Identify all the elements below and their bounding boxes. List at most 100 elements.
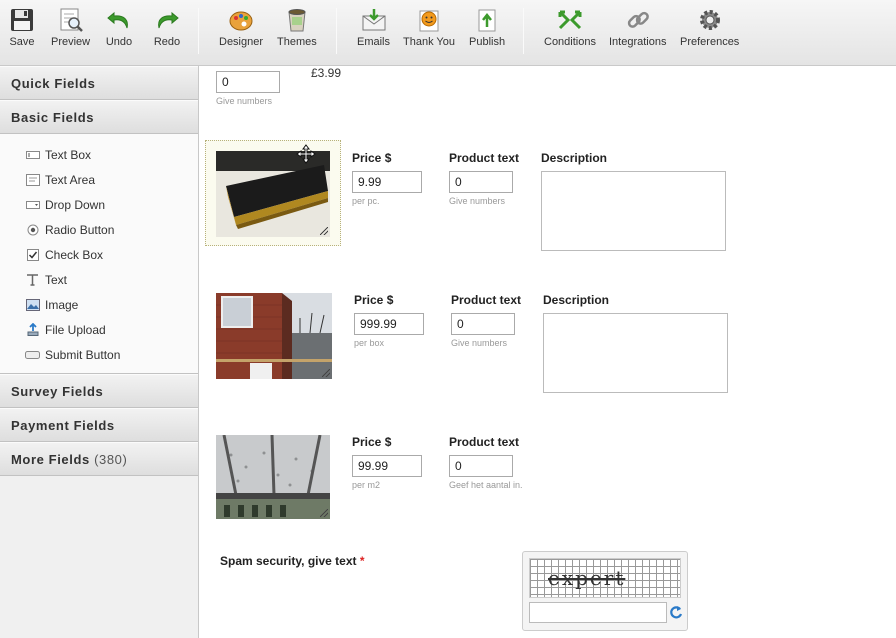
- redo-arrow-icon: [153, 6, 181, 34]
- survey-fields-header[interactable]: Survey Fields: [0, 374, 198, 408]
- redo-label: Redo: [153, 36, 181, 48]
- save-button[interactable]: Save: [8, 6, 36, 48]
- publish-upload-icon: [473, 6, 501, 34]
- file-upload-icon: [25, 323, 40, 336]
- quick-fields-header[interactable]: Quick Fields: [0, 66, 198, 100]
- field-label: Drop Down: [45, 197, 106, 212]
- gear-icon: [696, 6, 724, 34]
- emails-label: Emails: [357, 36, 391, 48]
- preview-label: Preview: [51, 36, 91, 48]
- field-radio-button[interactable]: Radio Button: [0, 217, 198, 242]
- field-label: Radio Button: [45, 222, 115, 237]
- form-canvas: Give numbers £3.99 Price $ per pc. Produ…: [200, 66, 896, 638]
- conditions-arrows-icon: [556, 6, 584, 34]
- refresh-icon[interactable]: [669, 604, 683, 623]
- field-submit-button[interactable]: Submit Button: [0, 342, 198, 367]
- drop-down-icon: [25, 198, 40, 211]
- designer-label: Designer: [219, 36, 264, 48]
- quantity-hint: Give numbers: [216, 96, 273, 106]
- email-envelope-icon: [360, 6, 388, 34]
- paint-bucket-icon: [283, 6, 311, 34]
- integrations-button[interactable]: Integrations: [609, 6, 666, 48]
- field-check-box[interactable]: Check Box: [0, 242, 198, 267]
- product-image-3[interactable]: [216, 435, 330, 519]
- preview-button[interactable]: Preview: [51, 6, 90, 48]
- more-fields-header[interactable]: More Fields (380): [0, 442, 198, 476]
- field-label: Submit Button: [45, 347, 121, 362]
- captcha-input[interactable]: [529, 602, 667, 623]
- themes-button[interactable]: Themes: [277, 6, 317, 48]
- undo-arrow-icon: [105, 6, 133, 34]
- captcha-image: expert: [529, 558, 681, 598]
- text-t-icon: [25, 273, 40, 286]
- price-hint-2: per box: [354, 338, 385, 348]
- resize-handle-icon[interactable]: [320, 227, 328, 235]
- resize-handle-icon[interactable]: [322, 369, 330, 377]
- quantity-input[interactable]: [216, 71, 280, 93]
- price-input-2[interactable]: [354, 313, 424, 335]
- redo-button[interactable]: Redo: [153, 6, 181, 48]
- text-area-icon: [25, 173, 40, 186]
- field-label: File Upload: [45, 322, 106, 337]
- radio-button-icon: [25, 223, 40, 236]
- paint-palette-icon: [227, 6, 255, 34]
- thank-you-label: Thank You: [403, 36, 455, 48]
- conditions-button[interactable]: Conditions: [544, 6, 596, 48]
- product-text-label-1: Product text: [449, 151, 520, 165]
- publish-button[interactable]: Publish: [469, 6, 505, 48]
- captcha-label-text: Spam security, give text: [220, 554, 357, 568]
- captcha-widget: expert: [522, 551, 688, 631]
- product-text-hint-1: Give numbers: [449, 196, 506, 206]
- field-text-area[interactable]: Text Area: [0, 167, 198, 192]
- basic-fields-header[interactable]: Basic Fields: [0, 100, 198, 134]
- field-label: Text Area: [45, 172, 96, 187]
- integrations-label: Integrations: [609, 36, 667, 48]
- product-text-label-3: Product text: [449, 435, 520, 449]
- undo-button[interactable]: Undo: [105, 6, 133, 48]
- field-label: Image: [45, 297, 79, 312]
- payment-fields-header[interactable]: Payment Fields: [0, 408, 198, 442]
- product-image-2[interactable]: [216, 293, 332, 379]
- price-input-3[interactable]: [352, 455, 422, 477]
- thank-you-button[interactable]: Thank You: [403, 6, 455, 48]
- toolbar-divider: [336, 8, 337, 54]
- description-textarea-2[interactable]: [543, 313, 728, 393]
- price-hint-1: per pc.: [352, 196, 380, 206]
- product-price: £3.99: [311, 66, 342, 80]
- more-fields-count: (380): [94, 452, 128, 467]
- text-box-icon: [25, 148, 40, 161]
- check-box-icon: [25, 248, 40, 261]
- smiley-page-icon: [415, 6, 443, 34]
- field-file-upload[interactable]: File Upload: [0, 317, 198, 342]
- field-text-box[interactable]: Text Box: [0, 142, 198, 167]
- product-text-input-2[interactable]: [451, 313, 515, 335]
- captcha-word: expert: [548, 566, 626, 590]
- field-label: Text: [45, 272, 68, 287]
- captcha-label: Spam security, give text *: [220, 554, 365, 568]
- price-input-1[interactable]: [352, 171, 422, 193]
- resize-handle-icon[interactable]: [320, 509, 328, 517]
- field-label: Text Box: [45, 147, 92, 162]
- field-image[interactable]: Image: [0, 292, 198, 317]
- main-toolbar: Save Preview Undo Redo Designer Themes E…: [0, 0, 896, 66]
- undo-label: Undo: [105, 36, 133, 48]
- product-text-hint-3: Geef het aantal in.: [449, 480, 523, 490]
- toolbar-divider: [523, 8, 524, 54]
- price-hint-3: per m2: [352, 480, 381, 490]
- preferences-label: Preferences: [680, 36, 740, 48]
- field-drop-down[interactable]: Drop Down: [0, 192, 198, 217]
- basic-fields-list: Text Box Text Area Drop Down Radio Butto…: [0, 134, 198, 374]
- field-text[interactable]: Text: [0, 267, 198, 292]
- move-cursor-icon: [296, 144, 316, 167]
- designer-button[interactable]: Designer: [219, 6, 263, 48]
- emails-button[interactable]: Emails: [357, 6, 390, 48]
- description-label-2: Description: [543, 293, 610, 307]
- toolbar-divider: [198, 8, 199, 54]
- price-label-1: Price $: [352, 151, 392, 165]
- conditions-label: Conditions: [544, 36, 596, 48]
- description-textarea-1[interactable]: [541, 171, 726, 251]
- save-label: Save: [9, 36, 35, 48]
- product-text-input-1[interactable]: [449, 171, 513, 193]
- product-text-input-3[interactable]: [449, 455, 513, 477]
- preferences-button[interactable]: Preferences: [680, 6, 739, 48]
